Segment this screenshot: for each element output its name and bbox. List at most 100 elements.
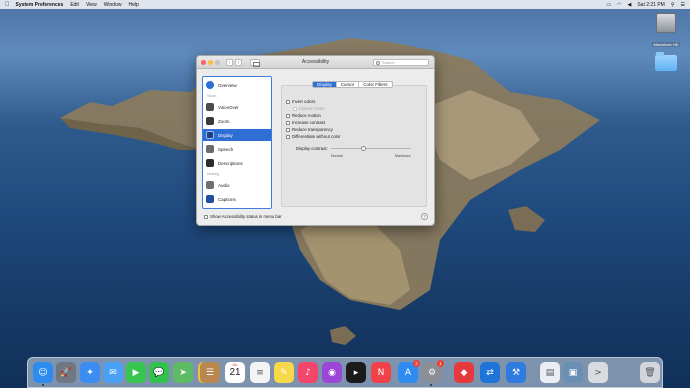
drive-label: Macintosh HD [652,42,680,47]
sidebar-item-speech[interactable]: Speech [203,143,271,155]
app-menu[interactable]: System Preferences [16,2,64,8]
running-indicator [42,384,44,386]
checkbox[interactable] [204,214,208,219]
slider-max-label: Maximum [395,154,411,158]
music-icon: ♪ [305,367,311,378]
sidebar-item-label: Captions [218,196,236,202]
dock-screenshot[interactable]: ▣ [563,362,583,383]
dock-launchpad[interactable]: 🚀 [56,362,76,383]
terminal-icon: > [594,367,602,378]
checkbox[interactable] [286,134,290,139]
dock: ☺🚀✦✉▶💬➤✿☰JUL21≡✎♪◉▸NA2⚙1◆⇄⚒▤▣>🗑 [27,357,663,388]
dock-finder[interactable]: ☺ [33,362,53,383]
volume-icon[interactable]: ◀ [627,2,631,8]
accessibility-window: ‹ › Accessibility Search Overview Vision… [196,55,435,226]
classic-invert-checkbox: Classic Invert [293,106,325,111]
dock-safari[interactable]: ✦ [80,362,100,383]
mail-icon: ✉ [109,367,117,378]
teamviewer-icon: ⇄ [486,367,494,378]
search-field[interactable]: Search [373,59,429,66]
dock-mail[interactable]: ✉ [103,362,123,383]
tab-display[interactable]: Display [313,82,337,87]
reminders-icon: ≡ [256,367,264,378]
option-label: Differentiate without color [292,134,341,139]
checkbox[interactable] [286,113,290,118]
dock-document[interactable]: ▤ [540,362,560,383]
checkbox[interactable] [286,120,290,125]
differentiate-without-color-checkbox[interactable]: Differentiate without color [286,134,340,139]
section-hearing: Hearing [207,172,220,176]
sidebar: Overview Vision VoiceOver Zoom Display S… [202,76,272,209]
voiceover-icon [206,103,214,111]
menu-edit[interactable]: Edit [70,2,79,8]
sidebar-item-overview[interactable]: Overview [203,79,271,91]
help-button[interactable]: ? [421,213,428,220]
option-label: Increase contrast [292,120,325,125]
tab-cursor[interactable]: Cursor [337,82,360,87]
running-indicator [430,384,432,386]
dock-terminal[interactable]: > [588,362,608,383]
checkbox[interactable] [286,127,290,132]
dock-contacts[interactable]: ☰ [200,362,220,383]
tab-bar: Display Cursor Color Filters [312,81,393,88]
dock-facetime[interactable]: ▶ [126,362,146,383]
dock-tv[interactable]: ▸ [346,362,366,383]
contrast-slider[interactable] [331,146,411,151]
sidebar-item-captions[interactable]: Captions [203,193,271,205]
dock-podcasts[interactable]: ◉ [322,362,342,383]
control-icon[interactable]: ☰ [681,2,685,8]
slider-knob[interactable] [361,146,366,151]
podcasts-icon: ◉ [328,367,336,378]
dock-teamviewer[interactable]: ⇄ [480,362,500,383]
sidebar-item-voiceover[interactable]: VoiceOver [203,101,271,113]
trash-icon: 🗑 [644,367,656,378]
search-icon [376,61,380,65]
finder-icon: ☺ [38,367,48,378]
menu-bar-status-checkbox[interactable]: Show Accessibility status in menu bar [204,214,282,219]
clock[interactable]: Sat 2:21 PM [637,2,665,8]
notification-badge: 2 [413,360,420,367]
airplay-icon[interactable]: ▭ [606,2,611,8]
menu-view[interactable]: View [86,2,97,8]
screenshot-icon: ▣ [568,367,578,378]
sidebar-item-audio[interactable]: Audio [203,179,271,191]
dock-sysprefs[interactable]: ⚙ 1 [422,360,444,383]
desktop-folder[interactable] [653,52,679,71]
sidebar-item-zoom[interactable]: Zoom [203,115,271,127]
sidebar-item-display[interactable]: Display [203,129,271,141]
dock-trash[interactable]: 🗑 [640,362,660,383]
sidebar-item-label: Display [218,132,233,138]
reduce-motion-checkbox[interactable]: Reduce motion [286,113,321,118]
increase-contrast-checkbox[interactable]: Increase contrast [286,120,325,125]
dock-music[interactable]: ♪ [298,362,318,383]
checkbox[interactable] [286,99,290,104]
dock-calendar[interactable]: JUL 21 [225,362,245,383]
captions-icon [206,195,214,203]
dock-maps[interactable]: ➤ [173,362,193,383]
dock-xcode[interactable]: ⚒ [506,362,526,383]
slider-min-label: Normal [331,154,343,158]
tab-color-filters[interactable]: Color Filters [359,82,391,87]
apple-menu-icon[interactable]:  [5,2,10,8]
dock-anydesk[interactable]: ◆ [454,362,474,383]
dock-notes[interactable]: ✎ [274,362,294,383]
menu-window[interactable]: Window [104,2,122,8]
invert-colors-checkbox[interactable]: Invert colors [286,99,315,104]
menu-help[interactable]: Help [128,2,138,8]
xcode-icon: ⚒ [511,367,521,378]
dock-reminders[interactable]: ≡ [250,362,270,383]
search-placeholder: Search [382,60,395,65]
dock-news[interactable]: N [371,362,391,383]
overview-icon [206,81,214,89]
sidebar-item-label: Zoom [218,118,230,124]
title-bar[interactable]: ‹ › Accessibility Search [197,56,434,69]
sidebar-item-descriptions[interactable]: Descriptions [203,157,271,169]
spotlight-icon[interactable]: ⚲ [671,2,675,8]
macintosh-hd[interactable]: Macintosh HD [651,13,681,51]
dock-messages[interactable]: 💬 [149,362,169,383]
reduce-transparency-checkbox[interactable]: Reduce transparency [286,127,333,132]
sidebar-item-label: Speech [218,146,234,152]
dock-appstore[interactable]: A2 [398,360,420,383]
wifi-icon[interactable]: ◠ [617,2,621,8]
document-icon: ▤ [545,367,555,378]
